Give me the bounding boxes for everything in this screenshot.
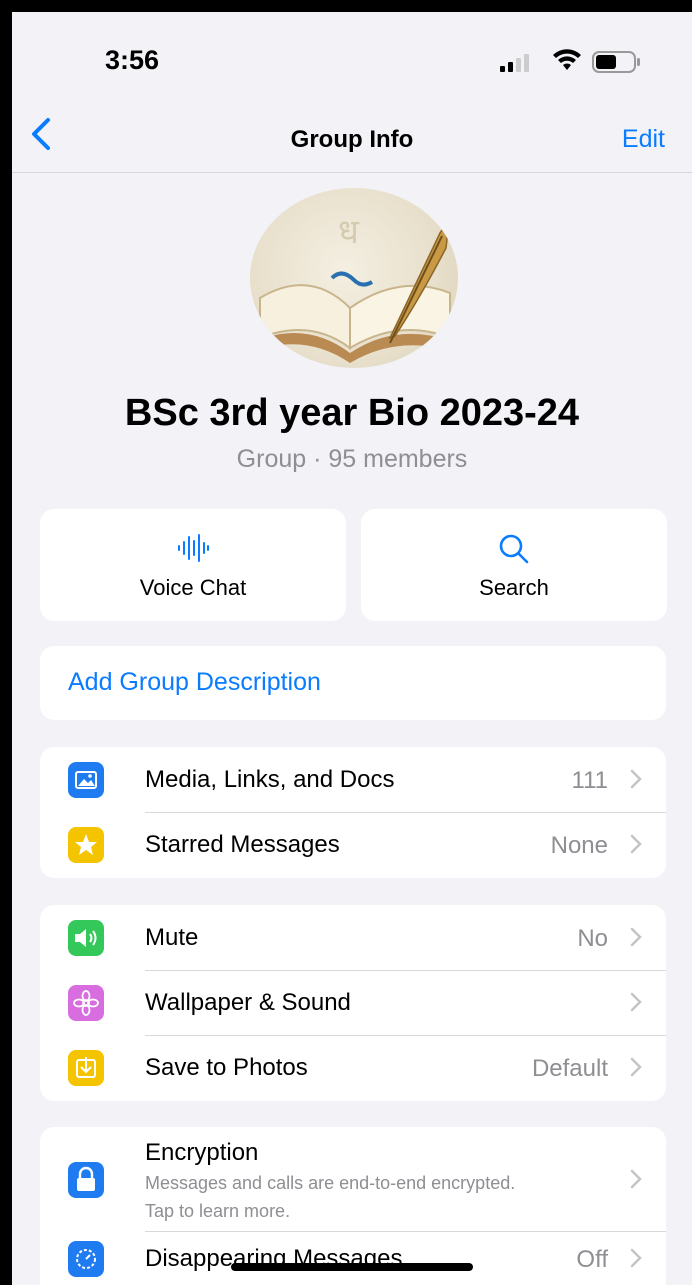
media-links-docs-row[interactable]: Media, Links, and Docs 111 (40, 747, 666, 813)
voice-chat-label: Voice Chat (139, 575, 247, 600)
add-group-description-button[interactable]: Add Group Description (40, 646, 666, 720)
save-to-photos-value: Default (531, 1055, 608, 1082)
timer-icon (68, 1241, 104, 1277)
encryption-subtitle-line1: Messages and calls are end-to-end encryp… (145, 1173, 516, 1193)
save-to-photos-row[interactable]: Save to Photos Default (40, 1035, 666, 1101)
screen: 3:56 Group Info Edit ध BSc 3rd year Bio … (12, 12, 692, 1285)
starred-messages-row[interactable]: Starred Messages None (40, 812, 666, 878)
download-icon (68, 1050, 104, 1086)
group-member-count: Group · 95 members (236, 445, 468, 473)
media-starred-section: Media, Links, and Docs 111 Starred Messa… (40, 747, 666, 878)
waveform-icon (178, 534, 209, 562)
chevron-right-icon (630, 1169, 642, 1189)
book-quill-image: ध (259, 212, 451, 363)
search-label: Search (479, 575, 549, 600)
save-to-photos-label: Save to Photos (145, 1054, 308, 1081)
navigation-bar: Group Info Edit (12, 102, 692, 173)
encryption-subtitle-line2: Tap to learn more. (145, 1201, 291, 1221)
star-icon (68, 827, 104, 863)
wallpaper-sound-row[interactable]: Wallpaper & Sound (40, 970, 666, 1036)
flower-icon (68, 985, 104, 1021)
chevron-right-icon (630, 992, 642, 1012)
mute-value: No (577, 925, 608, 952)
mute-label: Mute (145, 924, 199, 951)
speaker-icon (68, 920, 104, 956)
group-avatar[interactable]: ध (250, 188, 458, 368)
media-links-docs-label: Media, Links, and Docs (145, 766, 395, 793)
encryption-label: Encryption (145, 1139, 259, 1166)
group-name[interactable]: BSc 3rd year Bio 2023-24 (12, 392, 692, 435)
add-group-description-label: Add Group Description (68, 668, 321, 696)
edit-button[interactable]: Edit (622, 125, 665, 154)
disappearing-messages-row[interactable]: Disappearing Messages Off (40, 1231, 666, 1285)
mute-row[interactable]: Mute No (40, 905, 666, 971)
chevron-right-icon (630, 927, 642, 947)
starred-messages-label: Starred Messages (145, 831, 340, 858)
page-title: Group Info (290, 126, 414, 153)
chevron-right-icon (630, 1248, 642, 1268)
chevron-right-icon (630, 769, 642, 789)
home-indicator[interactable] (231, 1263, 473, 1271)
wifi-icon (553, 49, 581, 70)
wallpaper-sound-label: Wallpaper & Sound (145, 989, 351, 1016)
voice-chat-button[interactable]: Voice Chat (40, 509, 346, 621)
settings-section: Mute No Wallpaper & Sound Save to Photos… (40, 905, 666, 1101)
battery-icon (592, 51, 640, 73)
status-bar: 3:56 (12, 12, 692, 102)
starred-messages-value: None (550, 832, 608, 859)
chevron-right-icon (630, 834, 642, 854)
search-icon (499, 534, 529, 564)
search-button[interactable]: Search (361, 509, 667, 621)
disappearing-messages-value: Off (576, 1246, 608, 1273)
privacy-section: Encryption Messages and calls are end-to… (40, 1127, 666, 1285)
status-time: 3:56 (105, 45, 160, 75)
cellular-signal-icon (500, 54, 529, 72)
photo-icon (68, 762, 104, 798)
media-count: 111 (571, 767, 608, 794)
encryption-row[interactable]: Encryption Messages and calls are end-to… (40, 1127, 666, 1231)
svg-text:ध: ध (338, 212, 360, 252)
lock-icon (68, 1162, 104, 1198)
chevron-right-icon (630, 1057, 642, 1077)
